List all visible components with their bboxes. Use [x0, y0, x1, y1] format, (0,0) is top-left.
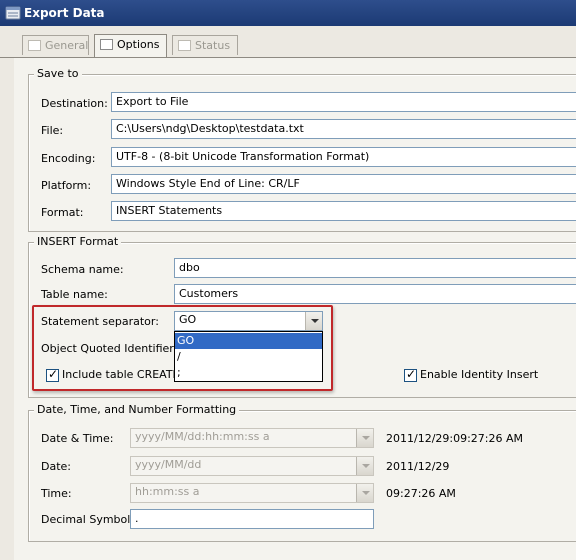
- date-time-preview: 2011/12/29:09:27:26 AM: [386, 432, 524, 445]
- tab-options-label: Options: [117, 38, 160, 51]
- tab-general[interactable]: General: [22, 35, 89, 55]
- time-format-combo[interactable]: hh:mm:ss a: [130, 483, 374, 503]
- file-label: File:: [41, 124, 64, 137]
- date-dropdown-button[interactable]: [356, 457, 373, 475]
- date-time-format-value: yyyy/MM/dd:hh:mm:ss a: [135, 430, 270, 443]
- schema-name-field[interactable]: dbo: [174, 258, 576, 278]
- date-format-value: yyyy/MM/dd: [135, 458, 202, 471]
- encoding-field[interactable]: UTF-8 - (8-bit Unicode Transformation Fo…: [111, 147, 576, 167]
- date-format-combo[interactable]: yyyy/MM/dd: [130, 456, 374, 476]
- chevron-down-icon: [362, 464, 370, 468]
- tab-status-label: Status: [195, 39, 231, 52]
- save-to-legend: Save to: [34, 67, 82, 80]
- table-name-label: Table name:: [41, 288, 108, 301]
- platform-label: Platform:: [41, 179, 92, 192]
- tab-status[interactable]: Status: [172, 35, 238, 55]
- encoding-label: Encoding:: [41, 152, 96, 165]
- chevron-down-icon: [362, 491, 370, 495]
- table-name-field[interactable]: Customers: [174, 284, 576, 304]
- datetime-format-legend: Date, Time, and Number Formatting: [34, 403, 240, 416]
- tab-options[interactable]: Options: [94, 34, 167, 58]
- date-preview: 2011/12/29: [386, 460, 450, 473]
- date-label: Date:: [41, 460, 71, 473]
- enable-identity-insert-checkbox[interactable]: ✓: [404, 367, 417, 382]
- highlight-annotation-box: [32, 305, 333, 391]
- chevron-down-icon: [362, 436, 370, 440]
- time-label: Time:: [41, 487, 72, 500]
- schema-name-label: Schema name:: [41, 263, 124, 276]
- destination-label: Destination:: [41, 97, 108, 110]
- date-time-format-combo[interactable]: yyyy/MM/dd:hh:mm:ss a: [130, 428, 374, 448]
- tab-strip: General Options Status: [0, 26, 576, 58]
- general-tab-icon: [28, 40, 41, 51]
- window-title: Export Data: [24, 6, 105, 20]
- enable-identity-insert-label: Enable Identity Insert: [420, 368, 539, 381]
- format-label: Format:: [41, 206, 84, 219]
- date-time-label: Date & Time:: [41, 432, 114, 445]
- file-path-field[interactable]: C:\Users\ndg\Desktop\testdata.txt: [111, 119, 576, 139]
- format-field[interactable]: INSERT Statements: [111, 201, 576, 221]
- checkmark-icon: ✓: [406, 367, 417, 381]
- date-time-dropdown-button[interactable]: [356, 429, 373, 447]
- title-bar[interactable]: Export Data: [0, 0, 576, 26]
- database-export-icon: [5, 6, 21, 20]
- time-preview: 09:27:26 AM: [386, 487, 456, 500]
- decimal-symbol-field[interactable]: .: [130, 509, 374, 529]
- destination-field[interactable]: Export to File: [111, 92, 576, 112]
- platform-field[interactable]: Windows Style End of Line: CR/LF: [111, 174, 576, 194]
- insert-format-legend: INSERT Format: [34, 235, 122, 248]
- tab-general-label: General: [45, 39, 89, 52]
- options-tab-icon: [100, 39, 113, 50]
- time-dropdown-button[interactable]: [356, 484, 373, 502]
- status-tab-icon: [178, 40, 191, 51]
- time-format-value: hh:mm:ss a: [135, 485, 200, 498]
- decimal-symbol-label: Decimal Symbol:: [41, 513, 135, 526]
